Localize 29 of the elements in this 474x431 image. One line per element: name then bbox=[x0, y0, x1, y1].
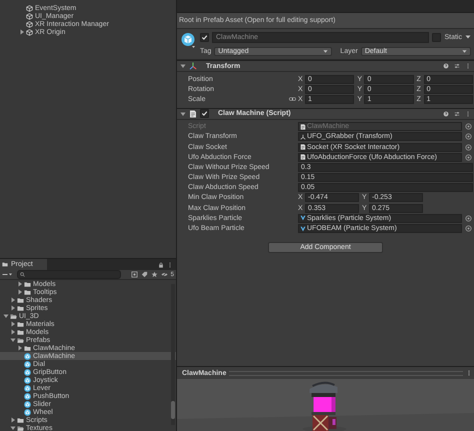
presets-icon[interactable] bbox=[454, 63, 460, 69]
chain-link-icon[interactable] bbox=[289, 96, 296, 102]
presets-icon[interactable] bbox=[454, 110, 460, 117]
axes-icon bbox=[189, 62, 197, 70]
script-icon bbox=[189, 110, 197, 118]
search-icon bbox=[20, 272, 25, 277]
help-icon[interactable] bbox=[443, 63, 449, 69]
prefab-cube-icon bbox=[181, 32, 196, 50]
checkbox[interactable] bbox=[200, 109, 209, 118]
axes-icon bbox=[300, 134, 306, 140]
static-checkbox[interactable] bbox=[432, 32, 442, 42]
search-by-type-icon[interactable] bbox=[130, 271, 138, 278]
foldout-arrow-icon[interactable] bbox=[180, 63, 186, 69]
add-dropdown-icon[interactable] bbox=[2, 271, 14, 278]
dropdown-caret-icon bbox=[462, 48, 467, 54]
hidden-eye-icon[interactable] bbox=[160, 271, 168, 278]
lock-icon[interactable] bbox=[158, 262, 164, 268]
dropdown-caret-icon bbox=[465, 34, 471, 40]
active-checkbox[interactable] bbox=[200, 32, 209, 42]
dropdown-caret-icon bbox=[323, 48, 328, 54]
search-field[interactable] bbox=[17, 270, 121, 279]
script-icon bbox=[300, 124, 306, 130]
foldout-arrow-icon[interactable] bbox=[180, 110, 186, 117]
help-icon[interactable] bbox=[443, 110, 449, 117]
expand-arrow-icon[interactable] bbox=[19, 29, 25, 35]
folder-icon bbox=[2, 261, 8, 268]
script-icon bbox=[300, 154, 306, 160]
script-icon bbox=[300, 144, 306, 150]
star-icon[interactable] bbox=[150, 271, 158, 278]
